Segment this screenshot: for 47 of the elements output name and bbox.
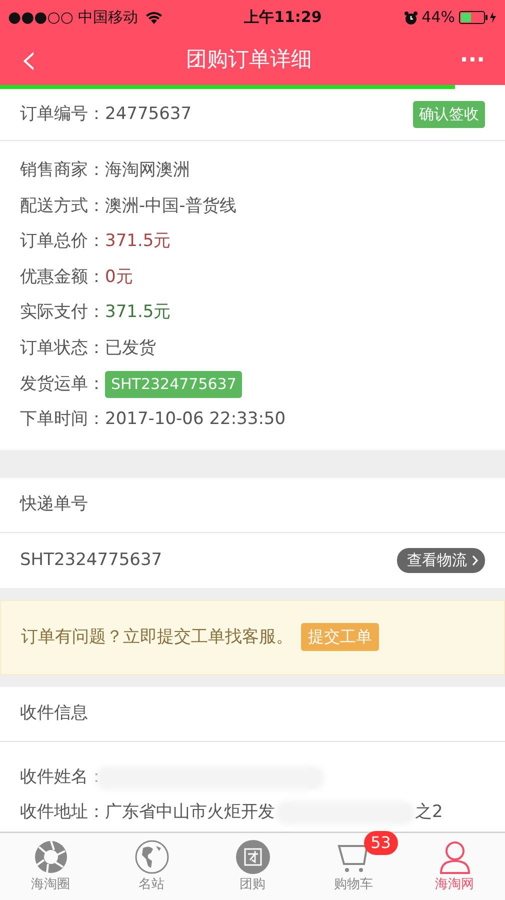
field-value: 已发货	[105, 337, 156, 360]
tab-item[interactable]: 海淘圈	[0, 833, 101, 900]
waybill-tag[interactable]: SHT2324775637	[105, 371, 242, 398]
field-label: 实际支付：	[20, 301, 105, 324]
aperture-icon	[32, 838, 68, 875]
tab-item[interactable]: 购物车 53	[303, 833, 404, 900]
view-logistics-button[interactable]: 查看物流	[397, 548, 485, 572]
field-value: 澳洲-中国-普货线	[105, 194, 236, 218]
back-button[interactable]: ‹	[20, 38, 38, 82]
field-label: 发货运单：	[20, 372, 105, 396]
field-value: 371.5元	[105, 301, 171, 324]
count-badge: 53	[364, 831, 398, 855]
confirm-receipt-button[interactable]: 确认签收	[413, 101, 485, 128]
section-title: 收件信息	[20, 702, 88, 725]
field-value: 广东省中山市火炬开发	[105, 801, 275, 824]
battery-percent: 44%	[422, 7, 455, 28]
battery-icon	[459, 11, 497, 24]
field-label: 优惠金额：	[20, 266, 105, 289]
field-label: 收件姓名：	[20, 766, 105, 789]
more-button[interactable]: ···	[460, 44, 485, 76]
field-value: 之2	[415, 801, 443, 824]
tab-item[interactable]: 名站	[101, 833, 202, 900]
field-label: 下单时间：	[20, 408, 105, 432]
tracking-number: SHT2324775637	[20, 548, 162, 572]
chevron-right-icon	[471, 555, 479, 566]
field-label: 订单状态：	[20, 337, 105, 360]
order-number-text: 订单编号：24775637	[20, 102, 192, 126]
wifi-icon	[146, 12, 162, 24]
carrier-text: ●●●○○ 中国移动	[8, 7, 138, 28]
tab-item[interactable]: 海淘网	[404, 833, 505, 900]
field-label: 收件地址：	[20, 801, 105, 824]
field-label: 销售商家：	[20, 159, 105, 182]
page-title: 团购订单详细	[186, 46, 312, 74]
field-value: 2017-10-06 22:33:50	[105, 408, 286, 432]
field-value: 371.5元	[105, 230, 171, 254]
field-value: 海淘网澳洲	[105, 159, 190, 182]
globe-icon	[134, 838, 170, 875]
section-title: 快递单号	[20, 493, 88, 516]
group-buy-icon	[234, 838, 270, 875]
field-value: 0元	[105, 266, 133, 289]
time-text: 上午11:29	[244, 7, 322, 28]
notice-text: 订单有问题？立即提交工单找客服。	[21, 626, 293, 648]
submit-ticket-button[interactable]: 提交工单	[301, 623, 379, 652]
alarm-icon	[404, 10, 418, 24]
field-label: 订单总价：	[20, 230, 105, 254]
tab-item[interactable]: 团购	[202, 833, 303, 900]
field-label: 配送方式：	[20, 194, 105, 218]
